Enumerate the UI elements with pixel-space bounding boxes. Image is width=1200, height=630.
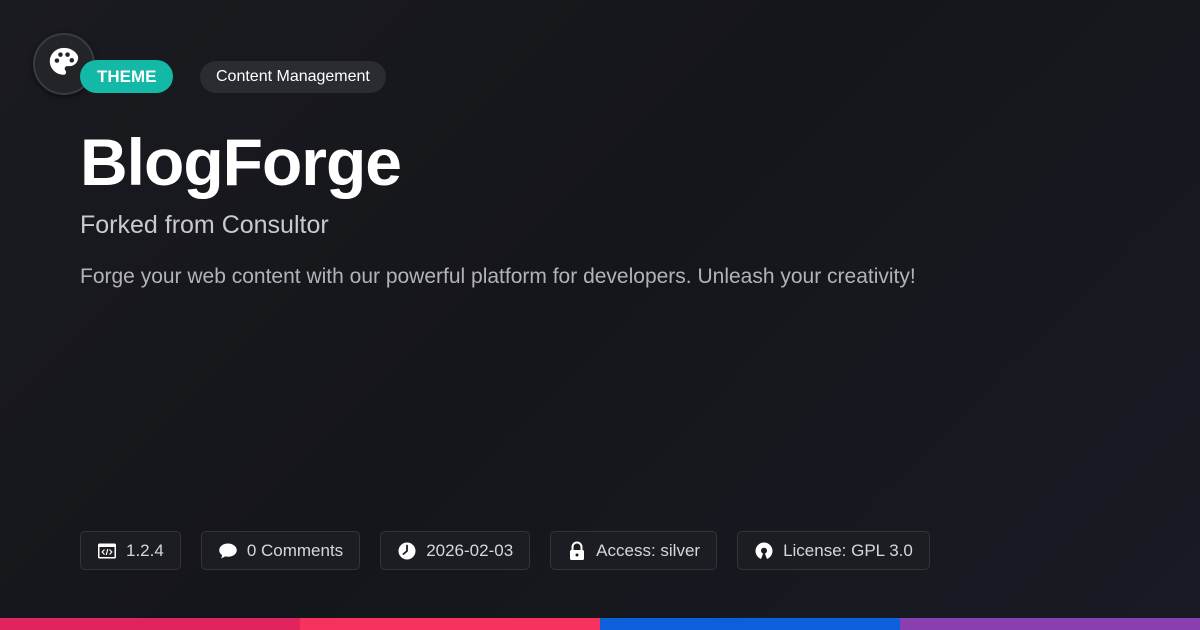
page-title: BlogForge	[80, 125, 402, 199]
lock-icon	[567, 541, 587, 561]
comments-label: 0 Comments	[246, 540, 344, 560]
category-badge: Content Management	[200, 61, 386, 93]
clock-icon	[397, 541, 417, 561]
stripe-segment-2	[300, 618, 600, 630]
comment-icon	[218, 541, 238, 561]
code-icon	[97, 541, 117, 561]
version-chip: 1.2.4	[80, 531, 181, 570]
access-label: Access: silver	[596, 540, 701, 560]
stripe-segment-3	[600, 618, 900, 630]
date-label: 2026-02-03	[426, 540, 514, 560]
meta-row: 1.2.4 0 Comments 2026-02-03 Access: silv…	[80, 531, 950, 570]
access-chip: Access: silver	[550, 531, 718, 570]
fork-subtitle: Forked from Consultor	[80, 211, 329, 239]
version-label: 1.2.4	[126, 540, 164, 560]
comments-chip: 0 Comments	[200, 531, 361, 570]
type-badge: THEME	[80, 60, 173, 93]
stripe-segment-1	[0, 618, 300, 630]
palette-icon	[47, 45, 81, 84]
open-source-icon	[754, 541, 774, 561]
license-chip: License: GPL 3.0	[737, 531, 930, 570]
license-label: License: GPL 3.0	[783, 540, 913, 560]
description: Forge your web content with our powerful…	[80, 265, 916, 288]
color-stripe	[0, 618, 1200, 630]
stripe-segment-4	[900, 618, 1200, 630]
date-chip: 2026-02-03	[380, 531, 531, 570]
